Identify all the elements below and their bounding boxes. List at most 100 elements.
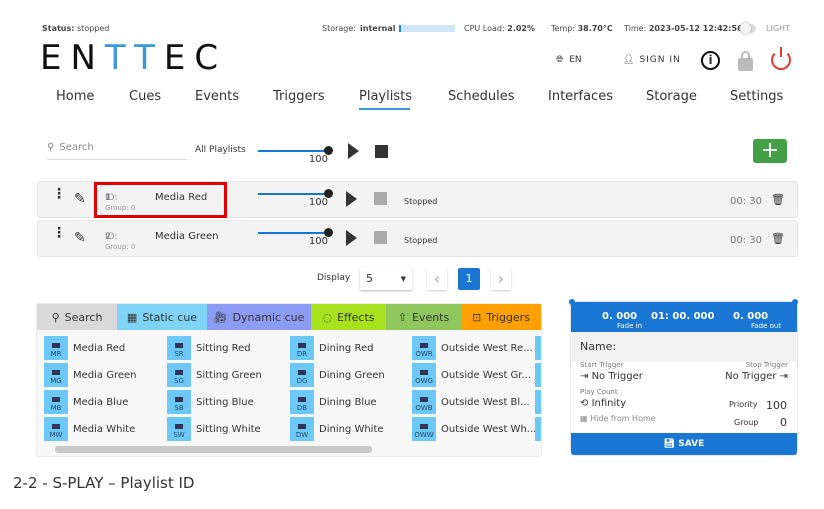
horizontal-scrollbar[interactable] (55, 446, 372, 453)
save-button[interactable]: 💾︎ SAVE (571, 433, 797, 455)
cue-item[interactable]: DW Dining White (290, 417, 384, 441)
delete-icon[interactable]: 🗑︎ (771, 193, 785, 206)
cue-item[interactable]: MR Media Red (44, 336, 125, 360)
playlist-duration: 00: 30 (730, 196, 762, 207)
status-label: Status: (42, 24, 75, 33)
static-cue-icon: OWR (412, 336, 436, 360)
logo-letter: N (70, 38, 105, 78)
nav-storage[interactable]: Storage (646, 89, 697, 104)
next-page-button[interactable]: › (491, 268, 511, 290)
start-trigger-select[interactable]: ⇥ No Trigger (580, 371, 643, 382)
static-cue-icon: OWB (412, 390, 436, 414)
edit-icon[interactable]: ✎ (74, 230, 86, 246)
cue-item[interactable]: MB Media Blue (44, 390, 128, 414)
cue-item-partial[interactable] (535, 336, 541, 360)
cue-item[interactable]: OWR Outside West Re... (412, 336, 533, 360)
duration-value[interactable]: 01: 00. 000 (651, 311, 714, 322)
page-size-select[interactable]: 5 ▼ (360, 268, 412, 290)
playlist-name: Media Green (155, 231, 219, 242)
play-count-select[interactable]: ⟲ Infinity (580, 398, 626, 409)
edit-icon[interactable]: ✎ (74, 191, 86, 207)
search-input[interactable]: ⚲ Search (47, 142, 187, 160)
static-cue-icon: OWW (412, 417, 436, 441)
static-cue-icon: MR (44, 336, 68, 360)
nav-home[interactable]: Home (56, 89, 94, 104)
cue-item[interactable]: SR Sitting Red (167, 336, 251, 360)
status-text: Status: stopped (42, 24, 109, 33)
cue-name: Sitting Blue (196, 396, 254, 408)
palette-tab-events[interactable]: ⇧ Events (386, 304, 461, 330)
play-all-icon[interactable] (348, 143, 359, 159)
cue-item[interactable]: SG Sitting Green (167, 363, 262, 387)
delete-icon[interactable]: 🗑︎ (771, 232, 785, 245)
nav-cues[interactable]: Cues (129, 89, 161, 104)
nav-events[interactable]: Events (195, 89, 239, 104)
static-cue-icon: SW (167, 417, 191, 441)
palette-tab-effects[interactable]: ◌ Effects (311, 304, 386, 330)
playlist-row: ⋮ ✎ ID: 1 Group: 0 Media Red 100 Stopped… (37, 181, 798, 218)
hide-from-home-toggle[interactable]: ▦ Hide from Home (580, 414, 656, 423)
nav-schedules[interactable]: Schedules (448, 89, 515, 104)
cue-item[interactable]: SW Sitting White (167, 417, 261, 441)
prev-page-button[interactable]: ‹ (427, 268, 447, 290)
cue-item[interactable]: OWG Outside West Gr... (412, 363, 531, 387)
play-icon[interactable] (346, 191, 357, 207)
sign-in-button[interactable]: 👤︎ SIGN IN (623, 55, 681, 65)
fade-out-label: Fade out (751, 322, 782, 330)
stop-trigger-select[interactable]: No Trigger ⇥ (725, 371, 788, 382)
static-cue-icon: MW (44, 417, 68, 441)
play-count-label: Play Count (580, 388, 618, 396)
palette-tab-static-cue[interactable]: ▦ Static cue (117, 304, 207, 330)
cue-item[interactable]: DR Dining Red (290, 336, 373, 360)
static-cue-icon: MG (44, 363, 68, 387)
theme-toggle[interactable] (740, 23, 756, 34)
cue-item-partial[interactable] (535, 363, 541, 387)
name-field[interactable]: Name: (571, 332, 797, 362)
nav-playlists[interactable]: Playlists (359, 89, 412, 104)
power-icon[interactable] (771, 47, 791, 70)
play-icon[interactable] (346, 230, 357, 246)
palette-tab-dynamic-cue[interactable]: 🎥︎ Dynamic cue (207, 304, 311, 330)
group-input[interactable]: 0 (780, 416, 787, 429)
priority-input[interactable]: 100 (766, 399, 787, 412)
fade-out-value[interactable]: 0. 000 (733, 311, 768, 322)
cue-item[interactable]: OWW Outside West Wh... (412, 417, 536, 441)
nav-interfaces[interactable]: Interfaces (548, 89, 613, 104)
cue-item[interactable]: MW Media White (44, 417, 135, 441)
cue-item-partial[interactable] (535, 417, 541, 441)
drag-handle-icon[interactable]: ⋮ (52, 226, 66, 240)
drag-handle-icon[interactable]: ⋮ (52, 187, 66, 201)
add-playlist-button[interactable]: + (753, 139, 787, 163)
display-label: Display (317, 273, 351, 283)
dynamic-cue-icon: 🎥︎ (213, 310, 228, 324)
lock-icon[interactable] (738, 51, 753, 71)
logo-letter: C (194, 38, 228, 78)
info-icon[interactable]: i (701, 51, 720, 70)
active-tab-indicator (359, 108, 410, 110)
palette-tab-triggers[interactable]: ⊡ Triggers (461, 304, 541, 330)
cue-item-partial[interactable] (535, 390, 541, 414)
playlist-group: Group: 0 (105, 243, 136, 251)
language-button[interactable]: 🌐︎ EN (556, 55, 582, 65)
level-slider[interactable]: 100 (258, 189, 333, 208)
resize-handle[interactable] (569, 299, 575, 305)
cue-item[interactable]: OWB Outside West Bl... (412, 390, 530, 414)
fade-in-value[interactable]: 0. 000 (602, 311, 637, 322)
figure-caption: 2-2 - S-PLAY – Playlist ID (13, 474, 195, 492)
stop-all-icon[interactable] (375, 145, 388, 158)
nav-triggers[interactable]: Triggers (273, 89, 325, 104)
all-level-slider[interactable]: 100 (258, 146, 333, 165)
cue-item[interactable]: MG Media Green (44, 363, 137, 387)
resize-handle[interactable] (792, 299, 798, 305)
cue-item[interactable]: DG Dining Green (290, 363, 385, 387)
palette-tab-search[interactable]: ⚲ Search (37, 304, 117, 330)
nav-settings[interactable]: Settings (730, 89, 783, 104)
level-slider[interactable]: 100 (258, 228, 333, 247)
cue-name: Sitting White (196, 423, 261, 435)
cue-item[interactable]: DB Dining Blue (290, 390, 377, 414)
cue-item[interactable]: SB Sitting Blue (167, 390, 254, 414)
tab-label: Events (411, 310, 450, 324)
page-1-button[interactable]: 1 (458, 268, 480, 290)
stop-icon[interactable] (374, 231, 387, 244)
stop-icon[interactable] (374, 192, 387, 205)
